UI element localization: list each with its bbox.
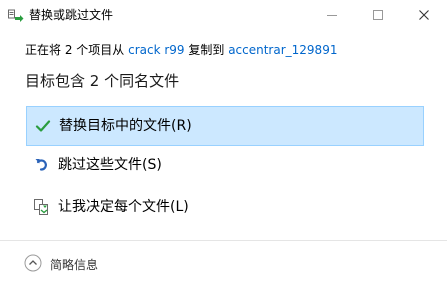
replace-files-option[interactable]: 替换目标中的文件(R): [26, 106, 424, 146]
replace-files-label: 替换目标中的文件(R): [59, 118, 192, 134]
conflict-heading: 目标包含 2 个同名文件: [25, 72, 180, 90]
close-icon: [419, 10, 429, 20]
title-bar: 替换或跳过文件: [0, 0, 447, 30]
source-folder-link[interactable]: crack r99: [128, 43, 184, 57]
copy-status-prefix: 正在将 2 个项目从: [25, 43, 129, 57]
fewer-details-toggle[interactable]: 简略信息: [50, 257, 98, 273]
compare-files-icon: [34, 199, 50, 215]
skip-files-option[interactable]: 跳过这些文件(S): [26, 146, 424, 186]
checkmark-icon: [35, 118, 51, 134]
window-title: 替换或跳过文件: [29, 8, 114, 22]
skip-arrow-icon: [34, 157, 50, 173]
maximize-button[interactable]: [355, 0, 401, 30]
minimize-button[interactable]: [309, 0, 355, 30]
copy-status-line: 正在将 2 个项目从 crack r99 复制到 accentrar_12989…: [25, 42, 337, 58]
destination-folder-link[interactable]: accentrar_129891: [228, 43, 337, 57]
copy-status-middle: 复制到: [184, 43, 229, 57]
close-button[interactable]: [401, 0, 447, 30]
decide-each-file-label: 让我决定每个文件(L): [58, 199, 189, 215]
details-footer: 简略信息: [0, 240, 447, 281]
file-transfer-icon: [8, 8, 24, 22]
decide-each-file-option[interactable]: 让我决定每个文件(L): [26, 188, 424, 228]
chevron-up-circle-icon[interactable]: [24, 254, 42, 272]
skip-files-label: 跳过这些文件(S): [58, 157, 162, 173]
